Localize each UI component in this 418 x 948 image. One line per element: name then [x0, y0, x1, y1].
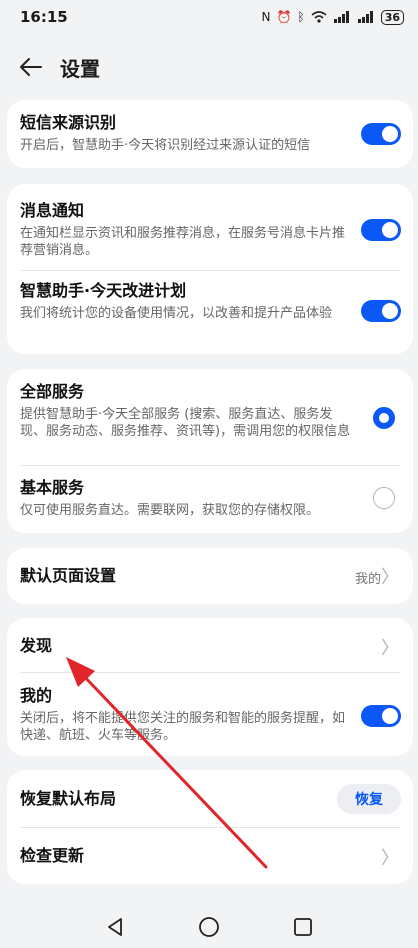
update-title: 检查更新 — [20, 846, 85, 865]
nav-recent-icon[interactable] — [290, 914, 316, 940]
improve-toggle[interactable] — [361, 300, 401, 322]
chevron-right-icon: 〉 — [381, 638, 399, 659]
notify-toggle[interactable] — [361, 219, 401, 241]
mine-row: 我的 关闭后，将不能提供您关注的服务和智能的服务提醒，如快递、航班、火车等服务。 — [7, 685, 413, 744]
nav-back-icon[interactable] — [102, 914, 128, 940]
wifi-icon — [311, 11, 327, 23]
notify-card: 消息通知 在通知栏显示资讯和服务推荐消息，在服务号消息卡片推荐营销消息。 智慧助… — [7, 184, 413, 354]
service-card: 全部服务 提供智慧助手·今天全部服务 (搜索、服务直达、服务发现、服务动态、服务… — [7, 369, 413, 533]
full-service-row[interactable]: 全部服务 提供智慧助手·今天全部服务 (搜索、服务直达、服务发现、服务动态、服务… — [7, 381, 413, 440]
signal-icon — [357, 11, 373, 23]
mine-title: 我的 — [20, 686, 53, 705]
default-page-row[interactable]: 默认页面设置 — [7, 565, 413, 587]
default-page-card[interactable]: 默认页面设置 我的 〉 — [7, 548, 413, 604]
notify-title: 消息通知 — [20, 201, 85, 220]
discover-title: 发现 — [20, 636, 53, 655]
improve-title: 智慧助手·今天改进计划 — [20, 281, 187, 300]
mine-desc: 关闭后，将不能提供您关注的服务和智能的服务提醒，如快递、航班、火车等服务。 — [20, 711, 346, 743]
nav-bar — [0, 906, 418, 948]
bluetooth-icon: ᛒ — [297, 10, 305, 24]
update-row[interactable]: 检查更新 — [7, 845, 413, 867]
sms-desc: 开启后，智慧助手·今天将识别经过来源认证的短信 — [20, 138, 311, 153]
tabs-card: 发现 〉 我的 关闭后，将不能提供您关注的服务和智能的服务提醒，如快递、航班、火… — [7, 618, 413, 756]
notify-row: 消息通知 在通知栏显示资讯和服务推荐消息，在服务号消息卡片推荐营销消息。 — [7, 200, 413, 259]
default-page-value: 我的 — [354, 572, 381, 587]
back-arrow-icon[interactable] — [18, 54, 44, 80]
notify-desc: 在通知栏显示资讯和服务推荐消息，在服务号消息卡片推荐营销消息。 — [20, 226, 346, 258]
misc-card: 恢复默认布局 恢复 检查更新 〉 — [7, 770, 413, 884]
sms-row: 短信来源识别 开启后，智慧助手·今天将识别经过来源认证的短信 — [7, 112, 413, 154]
divider — [20, 827, 400, 828]
sms-card: 短信来源识别 开启后，智慧助手·今天将识别经过来源认证的短信 — [7, 100, 413, 168]
status-bar: 16:15 N ⏰ ᛒ 36 — [0, 0, 418, 34]
basic-service-radio[interactable] — [373, 487, 395, 509]
signal-icon — [333, 11, 349, 23]
basic-service-desc: 仅可使用服务直达。需要联网，获取您的存储权限。 — [20, 503, 320, 518]
divider — [20, 465, 400, 466]
improve-row: 智慧助手·今天改进计划 我们将统计您的设备使用情况，以改善和提升产品体验 — [7, 280, 413, 322]
sms-toggle[interactable] — [361, 123, 401, 145]
divider — [20, 672, 400, 673]
status-time: 16:15 — [20, 8, 68, 26]
page-title: 设置 — [60, 56, 100, 81]
title-bar: 设置 — [0, 44, 418, 90]
restore-button[interactable]: 恢复 — [337, 784, 401, 814]
discover-row[interactable]: 发现 — [7, 635, 413, 657]
battery-icon: 36 — [380, 9, 404, 25]
nfc-icon: N — [261, 10, 271, 24]
full-service-title: 全部服务 — [20, 382, 85, 401]
mine-toggle[interactable] — [361, 705, 401, 727]
status-icons: N ⏰ ᛒ 36 — [261, 9, 404, 25]
basic-service-row[interactable]: 基本服务 仅可使用服务直达。需要联网，获取您的存储权限。 — [7, 477, 413, 519]
basic-service-title: 基本服务 — [20, 478, 85, 497]
full-service-radio[interactable] — [373, 407, 395, 429]
chevron-right-icon: 〉 — [381, 848, 399, 869]
full-service-desc: 提供智慧助手·今天全部服务 (搜索、服务直达、服务发现、服务动态、服务推荐、资讯… — [20, 407, 351, 439]
alarm-icon: ⏰ — [276, 10, 292, 24]
improve-desc: 我们将统计您的设备使用情况，以改善和提升产品体验 — [20, 306, 333, 321]
chevron-right-icon: 〉 — [381, 567, 399, 588]
sms-title: 短信来源识别 — [20, 113, 117, 132]
divider — [20, 270, 400, 271]
nav-home-icon[interactable] — [196, 914, 222, 940]
